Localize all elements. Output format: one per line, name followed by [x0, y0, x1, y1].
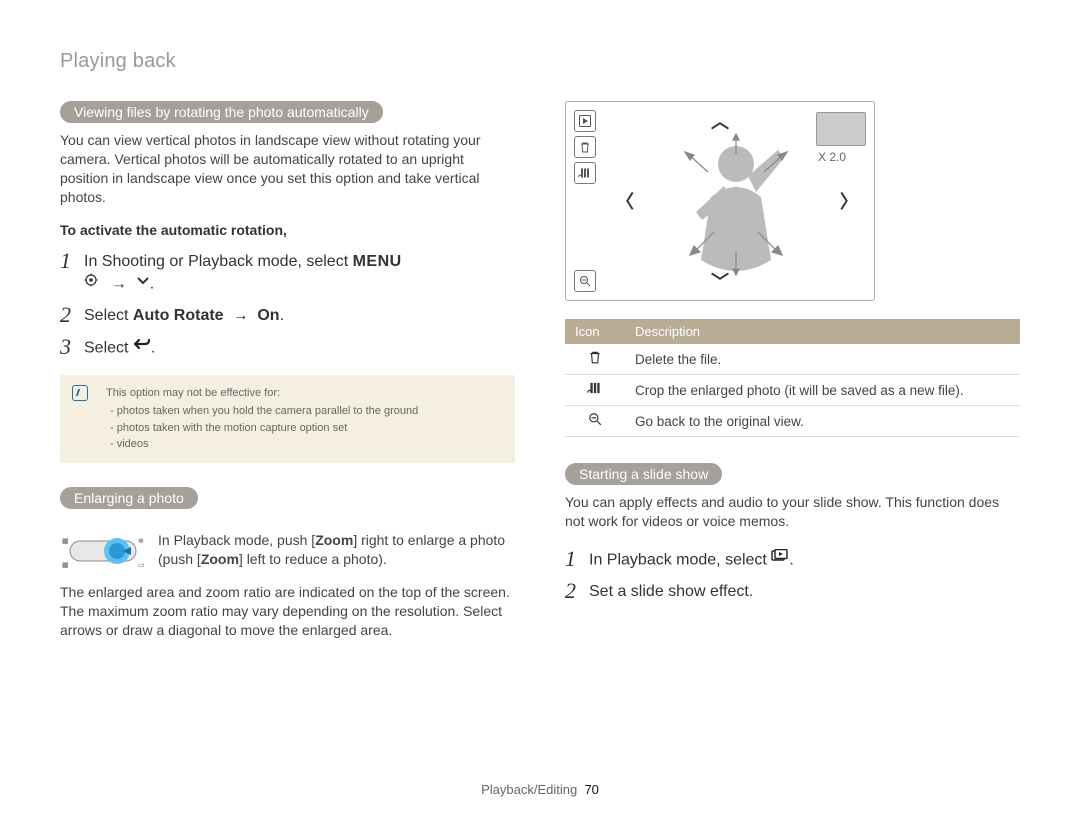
- zoom-out-icon: [565, 406, 625, 437]
- crop-icon: [574, 162, 596, 184]
- step-3: 3 Select .: [60, 334, 515, 360]
- auto-rotate-description: You can view vertical photos in landscap…: [60, 131, 515, 207]
- table-header-icon: Icon: [565, 319, 625, 344]
- heading-pill-auto-rotate: Viewing files by rotating the photo auto…: [60, 101, 383, 123]
- step-2: 2 Select Auto Rotate → On.: [60, 302, 515, 328]
- note-item: videos: [106, 436, 501, 453]
- icon-description-table: Icon Description Delete the file. Crop t…: [565, 319, 1020, 437]
- zoom-ratio-label: X 2.0: [818, 150, 846, 164]
- step-number: 1: [565, 546, 589, 572]
- note-item: photos taken with the motion capture opt…: [106, 420, 501, 437]
- step-2-text: Set a slide show effect.: [589, 583, 753, 600]
- activate-subheading: To activate the automatic rotation,: [60, 222, 515, 238]
- photo-figure: [676, 132, 796, 282]
- down-arrow-icon: [136, 272, 150, 294]
- svg-text:▭: ▭: [138, 562, 145, 569]
- step-1: 1 In Shooting or Playback mode, select M…: [60, 248, 515, 296]
- right-column: X 2.0 ︿ ﹀ 〈 〉: [565, 101, 1020, 654]
- table-cell: Delete the file.: [625, 344, 1020, 375]
- crop-icon: [565, 375, 625, 406]
- table-header-description: Description: [625, 319, 1020, 344]
- toggle-row: ▦ ▦ ⊕ ▭ In Playback mode, push [Zoom] ri…: [60, 531, 515, 571]
- svg-text:▦: ▦: [62, 562, 69, 569]
- chevron-up-icon: ︿: [711, 108, 729, 134]
- note-box: This option may not be effective for: ph…: [60, 375, 515, 463]
- table-row: Go back to the original view.: [565, 406, 1020, 437]
- step-number: 1: [60, 248, 84, 274]
- step-number: 2: [60, 302, 84, 328]
- step-2-pre: Select: [84, 307, 133, 324]
- step-3-end: .: [151, 339, 155, 356]
- page-title: Playing back: [60, 50, 1020, 73]
- slideshow-steps: 1 In Playback mode, select . 2 Set a sli…: [565, 546, 1020, 604]
- step-number: 2: [565, 578, 589, 604]
- chevron-left-icon: 〈: [616, 188, 634, 214]
- table-cell: Go back to the original view.: [625, 406, 1020, 437]
- content-columns: Viewing files by rotating the photo auto…: [60, 101, 1020, 654]
- step-2-on: On: [257, 307, 279, 324]
- chevron-right-icon: 〉: [840, 188, 858, 214]
- zoom-out-icon: [574, 270, 596, 292]
- toggle-description: In Playback mode, push [Zoom] right to e…: [158, 531, 515, 569]
- table-row: Delete the file.: [565, 344, 1020, 375]
- note-icon: [72, 385, 88, 401]
- left-column: Viewing files by rotating the photo auto…: [60, 101, 515, 654]
- step-1-end: .: [789, 551, 793, 568]
- step-1: 1 In Playback mode, select .: [565, 546, 1020, 572]
- footer-section: Playback/Editing: [481, 782, 577, 797]
- enlarged-photo-screenshot: X 2.0 ︿ ﹀ 〈 〉: [565, 101, 875, 301]
- thumbnail-preview: [816, 112, 866, 146]
- enlarge-description: The enlarged area and zoom ratio are ind…: [60, 583, 515, 640]
- gear-icon: [84, 272, 102, 294]
- auto-rotate-steps: 1 In Shooting or Playback mode, select M…: [60, 248, 515, 360]
- table-cell: Crop the enlarged photo (it will be save…: [625, 375, 1020, 406]
- heading-pill-enlarge: Enlarging a photo: [60, 487, 198, 509]
- page-footer: Playback/Editing 70: [0, 782, 1080, 797]
- svg-text:▦: ▦: [62, 538, 69, 545]
- heading-pill-slideshow: Starting a slide show: [565, 463, 722, 485]
- zoom-toggle-diagram: ▦ ▦ ⊕ ▭: [60, 531, 148, 571]
- step-1-text: In Playback mode, select: [589, 551, 771, 568]
- slideshow-description: You can apply effects and audio to your …: [565, 493, 1020, 531]
- page-number: 70: [584, 782, 598, 797]
- play-icon: [574, 110, 596, 132]
- trash-icon: [574, 136, 596, 158]
- step-number: 3: [60, 334, 84, 360]
- step-2-end: .: [280, 307, 284, 324]
- step-1-text: In Shooting or Playback mode, select: [84, 253, 353, 270]
- step-1-end: .: [150, 275, 154, 292]
- step-3-pre: Select: [84, 339, 133, 356]
- svg-text:⊕: ⊕: [138, 538, 144, 545]
- step-2-bold: Auto Rotate: [133, 307, 224, 324]
- slideshow-icon: [771, 548, 789, 570]
- note-item: photos taken when you hold the camera pa…: [106, 403, 501, 420]
- trash-icon: [565, 344, 625, 375]
- menu-icon-text: MENU: [353, 253, 402, 270]
- back-arrow-icon: [133, 336, 151, 358]
- step-2: 2 Set a slide show effect.: [565, 578, 1020, 604]
- note-title: This option may not be effective for:: [106, 385, 501, 402]
- table-row: Crop the enlarged photo (it will be save…: [565, 375, 1020, 406]
